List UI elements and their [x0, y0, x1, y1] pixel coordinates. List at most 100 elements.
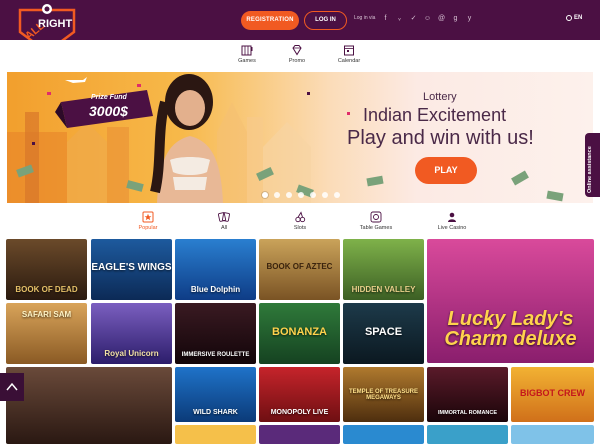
game-tile[interactable]: BIGBOT CREW: [511, 367, 594, 422]
online-assistance-label: Online assistance: [587, 146, 593, 193]
game-title: BONANZA: [272, 326, 327, 339]
game-tile[interactable]: BONANZA: [259, 303, 340, 364]
category-label-live-casino: Live Casino: [437, 225, 467, 231]
category-all[interactable]: All: [202, 211, 246, 231]
diamond-icon: [292, 45, 302, 56]
game-title: EAGLE'S WINGS: [91, 262, 172, 274]
game-tile[interactable]: [175, 425, 256, 444]
nav-label-calendar: Calendar: [337, 58, 361, 64]
category-popular[interactable]: Popular: [126, 211, 170, 231]
globe-icon: [566, 15, 572, 21]
nav-item-calendar[interactable]: Calendar: [329, 44, 369, 64]
online-assistance-tab[interactable]: Online assistance: [585, 133, 600, 197]
game-title: BOOK OF DEAD: [15, 285, 78, 294]
social-login-icons: f ᵥ ✓ ☺ @ g y: [381, 14, 474, 23]
game-title: HIDDEN VALLEY: [351, 285, 416, 294]
category-table-games[interactable]: Table Games: [354, 211, 398, 231]
nav-label-games: Games: [238, 58, 256, 64]
category-live-casino[interactable]: Live Casino: [430, 211, 474, 231]
game-title: Lucky Lady's Charm deluxe: [444, 308, 577, 350]
game-tile[interactable]: HIDDEN VALLEY: [343, 239, 424, 300]
prize-fund-label: Prize Fund: [91, 94, 127, 101]
top-header: ALL RIGHT REGISTRATION LOG IN Log in via…: [0, 0, 600, 58]
login-via-label: Log in via: [354, 15, 376, 21]
game-title: IMMERSIVE ROULETTE: [181, 352, 250, 358]
carousel-dot[interactable]: [310, 192, 316, 198]
game-title: BIGBOT CREW: [520, 388, 585, 398]
game-tile[interactable]: [6, 367, 172, 444]
promo-banner[interactable]: Prize Fund 3000$ Lottery Indian Exciteme…: [7, 72, 593, 203]
nav-item-promo[interactable]: Promo: [277, 44, 317, 64]
carousel-dots: [262, 192, 340, 198]
game-tile[interactable]: [259, 425, 340, 444]
dealer-icon: [448, 212, 456, 222]
game-tile[interactable]: MONOPOLY LIVE: [259, 367, 340, 422]
mailru-icon[interactable]: @: [437, 14, 446, 23]
games-grid: BOOK OF DEAD EAGLE'S WINGS Blue Dolphin …: [6, 239, 594, 444]
game-tile[interactable]: [427, 425, 508, 444]
game-title: SAFARI SAM: [21, 310, 72, 319]
game-title: IMMORTAL ROMANCE: [437, 409, 498, 416]
game-tile[interactable]: Royal Unicorn: [91, 303, 172, 364]
facebook-icon[interactable]: f: [381, 14, 390, 23]
main-nav: Games Promo Calendar: [0, 40, 600, 70]
game-tile[interactable]: [511, 425, 594, 444]
game-tile[interactable]: TEMPLE OF TREASURE MEGAWAYS: [343, 367, 424, 422]
category-label-popular: Popular: [138, 225, 158, 231]
game-tile[interactable]: BOOK OF DEAD: [6, 239, 87, 300]
game-tile[interactable]: IMMORTAL ROMANCE: [427, 367, 508, 422]
google-icon[interactable]: g: [451, 14, 460, 23]
carousel-dot[interactable]: [286, 192, 292, 198]
star-icon: [142, 211, 154, 223]
game-title: BOOK OF AZTEC: [266, 262, 333, 272]
chevron-up-icon: [6, 382, 18, 391]
cherries-icon: [295, 211, 306, 223]
vk-icon[interactable]: ᵥ: [395, 14, 404, 23]
language-selector[interactable]: EN: [566, 15, 582, 21]
carousel-dot[interactable]: [274, 192, 280, 198]
prize-fund-value: 3000$: [89, 103, 128, 119]
scroll-to-top-button[interactable]: [0, 373, 24, 401]
odnoklassniki-icon[interactable]: ☺: [423, 14, 432, 23]
carousel-dot[interactable]: [298, 192, 304, 198]
game-title: Blue Dolphin: [190, 285, 241, 294]
category-label-slots: Slots: [293, 225, 307, 231]
game-title: Royal Unicorn: [104, 349, 159, 358]
casino-home-page: ALL RIGHT REGISTRATION LOG IN Log in via…: [0, 0, 600, 444]
roulette-icon: [370, 211, 382, 223]
game-categories: Popular All Slots Table Games Live Casin…: [0, 208, 600, 236]
banner-tagline: Play and win with us!: [347, 127, 534, 149]
game-tile[interactable]: BOOK OF AZTEC: [259, 239, 340, 300]
cards-icon: [218, 212, 230, 222]
category-label-table-games: Table Games: [359, 225, 393, 231]
nav-item-games[interactable]: Games: [227, 44, 267, 64]
play-button[interactable]: PLAY: [415, 157, 477, 184]
banner-subtitle: Lottery: [423, 91, 457, 103]
game-tile[interactable]: SPACE: [343, 303, 424, 364]
login-button[interactable]: LOG IN: [304, 11, 347, 30]
category-slots[interactable]: Slots: [278, 211, 322, 231]
game-tile[interactable]: SAFARI SAM: [6, 303, 87, 364]
banner-title: Indian Excitement: [363, 105, 507, 125]
slot-machine-icon: [241, 45, 253, 56]
nav-label-promo: Promo: [288, 58, 306, 64]
game-tile[interactable]: IMMERSIVE ROULETTE: [175, 303, 256, 364]
game-title: SPACE: [364, 326, 403, 339]
carousel-dot[interactable]: [334, 192, 340, 198]
carousel-dot[interactable]: [322, 192, 328, 198]
game-tile[interactable]: WILD SHARK: [175, 367, 256, 422]
category-label-all: All: [220, 225, 228, 231]
game-tile[interactable]: [343, 425, 424, 444]
calendar-icon: [344, 45, 354, 56]
game-title: TEMPLE OF TREASURE MEGAWAYS: [348, 389, 418, 401]
yandex-icon[interactable]: y: [465, 14, 474, 23]
carousel-dot[interactable]: [262, 192, 268, 198]
logo-text-right: RIGHT: [38, 18, 73, 30]
twitter-icon[interactable]: ✓: [409, 14, 418, 23]
game-tile-featured[interactable]: Lucky Lady's Charm deluxe: [427, 239, 594, 363]
game-title: WILD SHARK: [193, 409, 238, 416]
game-tile[interactable]: Blue Dolphin: [175, 239, 256, 300]
registration-button[interactable]: REGISTRATION: [241, 11, 299, 30]
game-tile[interactable]: EAGLE'S WINGS: [91, 239, 172, 300]
game-title: MONOPOLY LIVE: [270, 409, 329, 416]
